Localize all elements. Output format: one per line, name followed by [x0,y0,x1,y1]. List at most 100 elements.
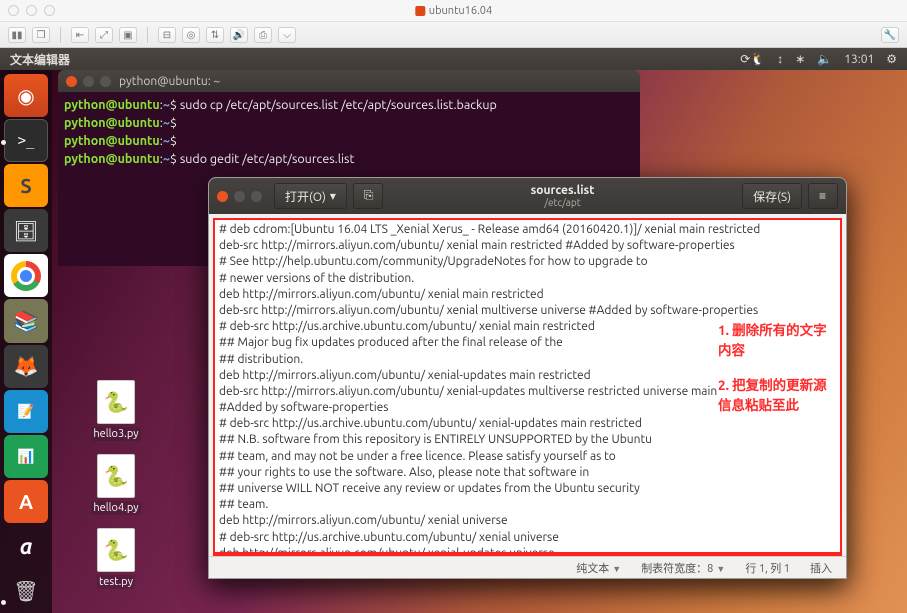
terminal-minimize-button[interactable] [83,76,94,87]
unity-launcher: ◉ >_ S 🗄 📚 🦊 📝 📊 A a ✎ 🗑 [0,70,52,613]
gedit-new-button[interactable]: ⎘ [353,183,383,209]
window-icon: ▣ [123,29,132,41]
toolbar-wrench-button[interactable]: 🔧 [881,27,899,43]
toolbar-snapshot-button[interactable]: ❒ [32,27,50,43]
launcher-firefox[interactable]: 🦊 [4,345,48,388]
gedit-text-line: deb-src http://mirrors.aliyun.com/ubuntu… [219,303,836,319]
gedit-save-button[interactable]: 保存(S) [742,183,802,209]
desktop-icon-hello3[interactable]: hello3.py [80,380,152,441]
toolbar-dev-disk[interactable]: ⊟ [158,27,176,43]
terminal-titlebar[interactable]: python@ubuntu: ~ [58,70,640,92]
gedit-text-line: deb http://mirrors.aliyun.com/ubuntu/ xe… [219,546,836,556]
sound-icon[interactable]: 🔈 [817,52,832,66]
desktop-icon-hello4[interactable]: hello4.py [80,454,152,515]
gedit-text-line: ## team. [219,497,836,513]
toolbar-dev-usb[interactable]: ⌵ [278,27,296,43]
menubar-app-title: 文本编辑器 [10,51,70,68]
gedit-text-line: deb-src http://mirrors.aliyun.com/ubuntu… [219,238,836,254]
gedit-text-area[interactable]: # deb cdrom:[Ubuntu 16.04 LTS _Xenial Xe… [213,218,842,556]
gedit-minimize-button[interactable] [234,191,245,202]
calc-icon: 📊 [17,448,34,465]
gedit-open-label: 打开(O) [285,188,326,205]
update-icon[interactable]: ⟳🐧 [740,52,765,66]
sound-icon: 🔊 [233,29,245,41]
chrome-icon [11,261,41,291]
bluetooth-icon[interactable]: ∗ [795,52,805,66]
gedit-subtitle: /etc/apt [389,197,736,208]
fullscreen-icon: ⤢ [100,29,108,41]
gedit-title-text: sources.list [389,184,736,197]
launcher-writer[interactable]: 📝 [4,390,48,433]
gedit-text-line: # newer versions of the distribution. [219,271,836,287]
gedit-menu-button[interactable]: ≡ [808,183,838,209]
gedit-text-line: # See http://help.ubuntu.com/community/U… [219,254,836,270]
toolbar-pause-button[interactable]: ▮▮ [8,27,26,43]
network-icon[interactable]: ↕ [777,52,783,66]
gedit-text-line: ## team, and may not be under a free lic… [219,449,836,465]
toolbar-dev-net[interactable]: ⇅ [206,27,224,43]
disk-icon: ⊟ [163,29,171,41]
toolbar-back-button[interactable]: ⇤ [71,27,89,43]
menubar-clock[interactable]: 13:01 [844,53,874,66]
launcher-sublime[interactable]: S [4,164,48,207]
launcher-dash[interactable]: ◉ [4,74,48,117]
host-close-button[interactable] [8,5,19,16]
annotation-step-2: 2. 把复制的更新源信息粘贴至此 [718,375,830,416]
terminal-close-button[interactable] [66,76,77,87]
launcher-software[interactable]: A [4,480,48,523]
disc-icon: ◎ [187,29,196,41]
files-icon: 🗄 [13,219,38,243]
desktop-icon-label: test.py [97,575,135,589]
gedit-text-line: # deb cdrom:[Ubuntu 16.04 LTS _Xenial Xe… [219,222,836,238]
pause-icon: ▮▮ [11,29,22,41]
gedit-window[interactable]: 打开(O) ▾ ⎘ sources.list /etc/apt 保存(S) ≡ … [208,177,847,579]
terminal-icon: >_ [18,133,35,149]
status-tab-width[interactable]: 制表符宽度：8▼ [641,560,725,576]
gear-icon[interactable]: ⚙ [886,52,897,66]
launcher-amazon[interactable]: a [4,525,48,568]
desktop[interactable]: ◉ >_ S 🗄 📚 🦊 📝 📊 A a ✎ 🗑 hello3.py hello… [0,70,907,613]
terminal-maximize-button[interactable] [100,76,111,87]
toolbar-fullscreen-button[interactable]: ⤢ [95,27,113,43]
host-zoom-button[interactable] [44,5,55,16]
launcher-trash[interactable]: 🗑 [4,570,48,613]
desktop-icon-test[interactable]: test.py [80,528,152,589]
gedit-text-line: deb http://mirrors.aliyun.com/ubuntu/ xe… [219,513,836,529]
gedit-headerbar[interactable]: 打开(O) ▾ ⎘ sources.list /etc/apt 保存(S) ≡ [209,178,846,214]
gedit-maximize-button[interactable] [251,191,262,202]
launcher-chrome[interactable] [4,254,48,297]
sublime-icon: S [20,174,31,197]
new-file-icon: ⎘ [364,189,374,203]
firefox-icon: 🦊 [14,354,39,378]
host-minimize-button[interactable] [26,5,37,16]
toolbar-unity-button[interactable]: ▣ [119,27,137,43]
gedit-save-label: 保存(S) [753,188,791,205]
gedit-title: sources.list /etc/apt [389,184,736,208]
gedit-text-line: # deb-src http://us.archive.ubuntu.com/u… [219,530,836,546]
toolbar-dev-cd[interactable]: ◎ [182,27,200,43]
net-icon: ⇅ [211,29,219,41]
gedit-close-button[interactable] [217,191,228,202]
annotation-border-bottom [213,552,842,554]
launcher-terminal[interactable]: >_ [4,119,48,162]
gedit-text-line: ## N.B. software from this repository is… [219,432,836,448]
gedit-open-button[interactable]: 打开(O) ▾ [274,183,347,209]
annotation-step-1: 1. 删除所有的文字内容 [718,320,830,361]
host-titlebar: ubuntu16.04 [0,0,907,22]
gedit-text-line: deb http://mirrors.aliyun.com/ubuntu/ xe… [219,287,836,303]
software-icon: A [19,490,33,513]
launcher-running-pip [1,140,6,145]
terminal-window-buttons [66,76,111,87]
launcher-calc[interactable]: 📊 [4,435,48,478]
expand-icon: ⇤ [76,29,84,41]
gedit-text-line: ## your rights to use the software. Also… [219,465,836,481]
term-command: sudo cp /etc/apt/sources.list /etc/apt/s… [180,98,497,112]
ubuntu-icon [415,6,425,16]
term-prompt-path: ~ [163,98,170,112]
status-language[interactable]: 纯文本▼ [576,560,621,576]
toolbar-dev-printer[interactable]: ⎙ [254,27,272,43]
launcher-files[interactable]: 🗄 [4,209,48,252]
gedit-text-line: ## universe WILL NOT receive any review … [219,481,836,497]
launcher-books[interactable]: 📚 [4,299,48,342]
toolbar-dev-sound[interactable]: 🔊 [230,27,248,43]
